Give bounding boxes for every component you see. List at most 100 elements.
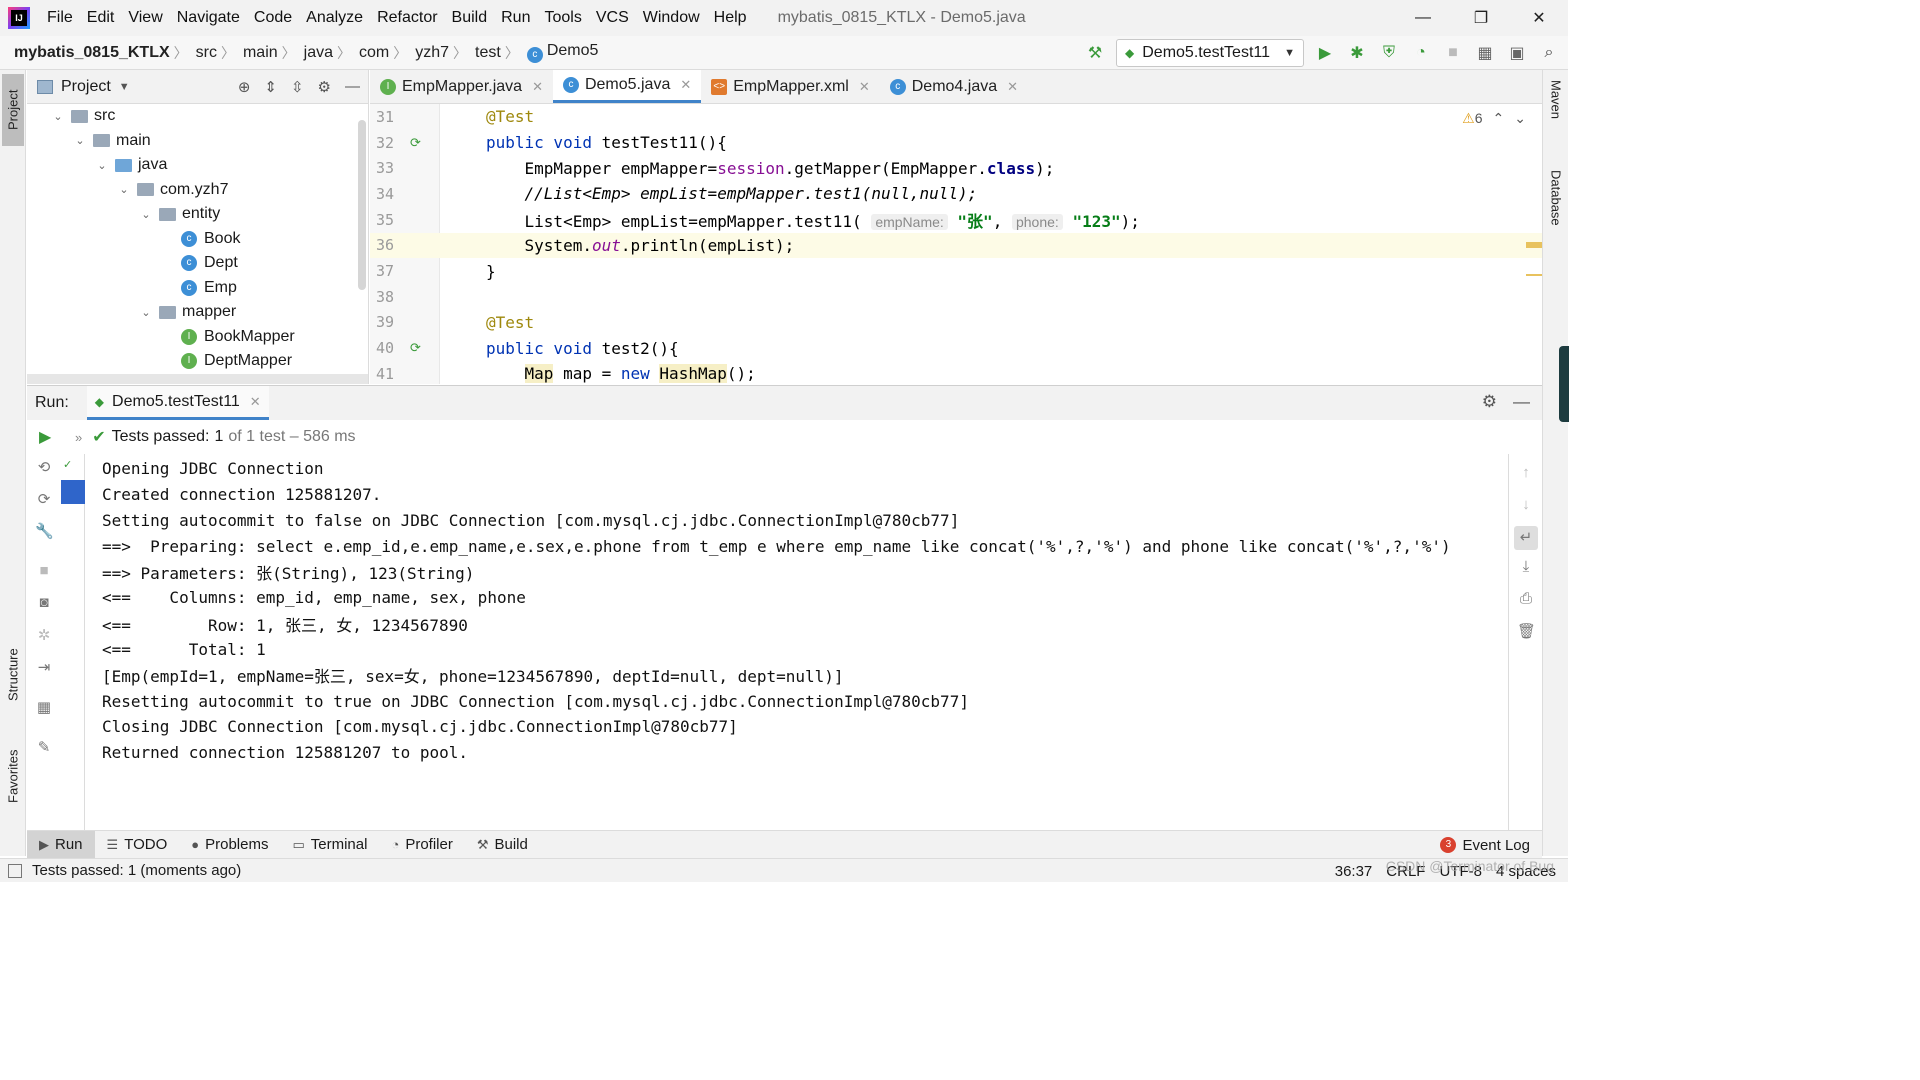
side-tab-maven[interactable]: Maven — [1545, 80, 1567, 150]
tree-node[interactable]: ⌄ main — [27, 129, 368, 154]
selected-test-node[interactable] — [61, 480, 85, 504]
toolwindow-run[interactable]: ▶ Run — [27, 830, 95, 859]
scrollbar-warning-marker[interactable] — [1526, 242, 1542, 248]
trash-icon[interactable]: 🗑 — [1517, 622, 1536, 640]
notification-marker[interactable] — [1559, 346, 1569, 422]
menu-view[interactable]: View — [121, 9, 169, 27]
menu-help[interactable]: Help — [707, 9, 754, 27]
menu-refactor[interactable]: Refactor — [370, 9, 444, 27]
close-icon[interactable]: ✕ — [680, 77, 691, 93]
tree-node[interactable]: ⌄ com.yzh7 — [27, 178, 368, 203]
wrench-icon[interactable]: 🔧 — [35, 522, 54, 540]
close-button[interactable]: ✕ — [1510, 0, 1568, 36]
hammer-build-icon[interactable]: ⚒ — [1084, 42, 1106, 64]
chevron-down-icon[interactable]: ⌄ — [95, 159, 109, 172]
side-tab-structure[interactable]: Structure — [2, 630, 24, 720]
toolwindow-problems[interactable]: ● Problems — [179, 831, 280, 859]
arrow-up-icon[interactable]: ↑ — [1517, 464, 1535, 482]
editor-tab-empmapper-xml[interactable]: <> EmpMapper.xml ✕ — [701, 70, 880, 103]
stop-icon[interactable]: ■ — [1442, 42, 1464, 64]
menu-analyze[interactable]: Analyze — [299, 9, 370, 27]
breadcrumb-yzh7[interactable]: yzh7 — [407, 44, 453, 62]
close-icon[interactable]: ✕ — [1007, 79, 1018, 95]
tree-node[interactable]: ⌄ java — [27, 153, 368, 178]
editor-tab-demo4-java[interactable]: c Demo4.java ✕ — [880, 70, 1028, 103]
run-test-gutter-icon[interactable]: ⟳ — [410, 340, 440, 356]
chevron-down-icon[interactable]: ⌄ — [117, 183, 131, 196]
run-play-icon[interactable]: ▶ — [1314, 42, 1336, 64]
project-structure-icon[interactable]: ▦ — [1474, 42, 1496, 64]
chevron-down-icon[interactable]: ⌄ — [139, 306, 153, 319]
toolwindow-build[interactable]: ⚒ Build — [465, 831, 540, 859]
side-tab-favorites[interactable]: Favorites — [2, 734, 24, 818]
breadcrumb-project[interactable]: mybatis_0815_KTLX — [0, 44, 174, 62]
run-test-gutter-icon[interactable]: ⟳ — [410, 135, 440, 151]
print-icon[interactable]: ⎙ — [1517, 590, 1535, 608]
camera-icon[interactable]: ◙ — [35, 594, 53, 612]
menu-edit[interactable]: Edit — [80, 9, 122, 27]
soft-wrap-icon[interactable]: ↵ — [1514, 526, 1538, 550]
tree-node[interactable]: ⌄ entity — [27, 202, 368, 227]
stop-icon[interactable]: ■ — [35, 562, 53, 580]
tree-node[interactable]: I DeptMapper — [27, 349, 368, 374]
gear-icon[interactable]: ⚙ — [318, 78, 331, 96]
chevron-down-icon[interactable]: ⌄ — [51, 110, 65, 123]
gear-icon[interactable]: ⚙ — [1482, 392, 1497, 412]
project-horizontal-scrollbar[interactable] — [27, 374, 368, 384]
run-configuration-select[interactable]: ◆ Demo5.testTest11 ▼ — [1116, 39, 1304, 67]
close-icon[interactable]: ✕ — [250, 394, 261, 410]
expand-chevrons-icon[interactable]: » — [75, 430, 82, 445]
hide-icon[interactable]: — — [1513, 392, 1530, 412]
breadcrumb-main[interactable]: main — [235, 44, 282, 62]
project-panel-title[interactable]: Project — [61, 78, 111, 96]
project-scrollbar[interactable] — [358, 120, 366, 290]
side-tab-project[interactable]: Project — [2, 74, 24, 146]
coverage-icon[interactable]: ⛨ — [1378, 42, 1400, 64]
expand-all-icon[interactable]: ⇕ — [264, 78, 277, 96]
menu-build[interactable]: Build — [445, 9, 495, 27]
menu-code[interactable]: Code — [247, 9, 299, 27]
status-message[interactable]: Tests passed: 1 (moments ago) — [32, 862, 241, 879]
rerun-play-icon[interactable]: ▶ — [39, 427, 57, 447]
next-highlight-icon[interactable]: ⌄ — [1514, 110, 1526, 127]
tree-node[interactable]: c Book — [27, 227, 368, 252]
layout-icon[interactable]: ▦ — [35, 698, 53, 716]
arrow-down-icon[interactable]: ↓ — [1517, 496, 1535, 514]
toolwindow-profiler[interactable]: ◔ Profiler — [379, 831, 464, 859]
debug-bug-icon[interactable]: ✱ — [1346, 42, 1368, 64]
search-icon[interactable]: ⌕ — [1538, 42, 1560, 64]
breadcrumb-demo5[interactable]: c Demo5 — [519, 42, 603, 63]
inspection-widget[interactable]: ⚠6 ⌃ ⌄ — [1462, 110, 1526, 127]
chevron-down-icon[interactable]: ⌄ — [139, 208, 153, 221]
tree-node[interactable]: ⌄ mapper — [27, 300, 368, 325]
collapse-all-icon[interactable]: ⇳ — [291, 78, 304, 96]
editor-tab-empmapper-java[interactable]: I EmpMapper.java ✕ — [370, 70, 553, 103]
breadcrumb-com[interactable]: com — [351, 44, 393, 62]
menu-file[interactable]: File — [40, 9, 80, 27]
event-log-button[interactable]: 3 Event Log — [1440, 831, 1530, 859]
toolwindow-todo[interactable]: ☰ TODO — [95, 831, 180, 859]
locate-target-icon[interactable]: ⊕ — [238, 78, 251, 96]
caret-position[interactable]: 36:37 — [1335, 863, 1373, 880]
export-icon[interactable]: ⇥ — [35, 658, 53, 676]
breadcrumb-src[interactable]: src — [188, 44, 221, 62]
breadcrumb-java[interactable]: java — [296, 44, 337, 62]
toolwindow-terminal[interactable]: ▭ Terminal — [280, 831, 379, 859]
minimize-button[interactable]: — — [1394, 0, 1452, 36]
tree-node[interactable]: I BookMapper — [27, 325, 368, 350]
breadcrumb-test[interactable]: test — [467, 44, 505, 62]
toggle-auto-test-icon[interactable]: ⟳ — [35, 490, 53, 508]
close-icon[interactable]: ✕ — [859, 79, 870, 95]
menu-tools[interactable]: Tools — [537, 9, 588, 27]
chevron-down-icon[interactable]: ⌄ — [73, 134, 87, 147]
run-tab[interactable]: ◆ Demo5.testTest11 ✕ — [86, 386, 269, 420]
toggle-tool-windows-icon[interactable] — [8, 863, 22, 878]
rerun-failed-icon[interactable]: ⟲ — [35, 458, 53, 476]
scroll-to-end-icon[interactable]: ⤓ — [1517, 558, 1535, 576]
menu-navigate[interactable]: Navigate — [170, 9, 247, 27]
tree-node[interactable]: c Dept — [27, 251, 368, 276]
editor-tab-demo5-java[interactable]: c Demo5.java ✕ — [552, 70, 702, 103]
menu-run[interactable]: Run — [494, 9, 537, 27]
previous-highlight-icon[interactable]: ⌃ — [1493, 110, 1505, 127]
tree-node[interactable]: c Emp — [27, 276, 368, 301]
